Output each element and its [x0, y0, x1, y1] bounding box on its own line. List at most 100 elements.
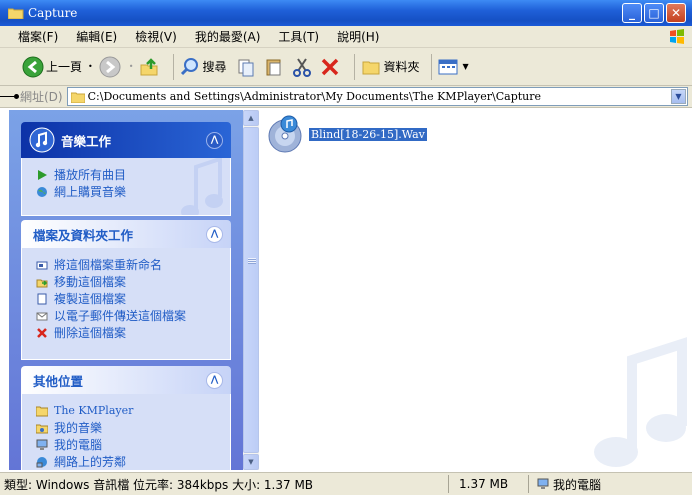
- my-computer-icon: [36, 439, 48, 450]
- copy-icon: [37, 293, 47, 304]
- play-all-label: 播放所有曲目: [54, 168, 127, 182]
- copy-file-link[interactable]: 複製這個檔案: [36, 290, 220, 307]
- music-watermark-icon: [594, 337, 687, 467]
- play-icon: [38, 169, 47, 180]
- music-tasks-panel: 音樂工作 ⋀ 播放所有曲目 網上購買音樂: [21, 122, 231, 216]
- back-arrow-icon: [22, 56, 44, 77]
- my-computer-link[interactable]: 我的電腦: [36, 436, 220, 453]
- search-icon: [181, 57, 199, 75]
- menu-tools[interactable]: 工具(T): [278, 28, 319, 45]
- folder-icon: [70, 92, 85, 103]
- paste-button[interactable]: [264, 53, 286, 81]
- file-list[interactable]: Blind[18-26-15].Wav: [259, 110, 692, 470]
- copy-to-button[interactable]: [236, 53, 258, 81]
- address-label: 網址(D): [20, 90, 63, 104]
- email-file-link[interactable]: 以電子郵件傳送這個檔案: [36, 307, 220, 324]
- kmplayer-folder-label: The KMPlayer: [54, 404, 134, 417]
- delete-file-label: 刪除這個檔案: [54, 326, 127, 340]
- toolbar-separator: [354, 53, 356, 80]
- buy-music-label: 網上購買音樂: [54, 185, 127, 199]
- back-button[interactable]: 上一頁 •: [22, 53, 93, 81]
- collapse-file-tasks-button[interactable]: ⋀: [206, 225, 223, 243]
- window-controls: _ □ ✕: [622, 3, 686, 23]
- other-places-title: 其他位置: [33, 373, 84, 389]
- file-tasks-panel: 檔案及資料夾工作 ⋀ 將這個檔案重新命名 移動這個檔案 複製這個檔案 以電子郵件…: [21, 220, 231, 360]
- email-icon: [36, 312, 48, 320]
- back-label: 上一頁: [46, 60, 83, 74]
- search-label: 搜尋: [202, 60, 227, 74]
- scroll-down-button[interactable]: ▼: [243, 454, 259, 470]
- up-folder-icon: [140, 57, 158, 75]
- folder-icon: [8, 8, 24, 19]
- menu-view[interactable]: 檢視(V): [135, 28, 177, 45]
- chevron-down-icon[interactable]: ▼: [462, 62, 468, 71]
- menu-bar: 檔案(F) 編輯(E) 檢視(V) 我的最愛(A) 工具(T) 說明(H): [0, 26, 692, 48]
- folders-icon: [362, 61, 380, 74]
- menu-help[interactable]: 說明(H): [337, 28, 379, 45]
- address-bar: 網址(D) C:\Documents and Settings\Administ…: [0, 86, 692, 108]
- scroll-thumb[interactable]: [243, 127, 259, 453]
- network-label: 網路上的芳鄰: [54, 455, 127, 469]
- file-name: Blind[18-26-15].Wav: [308, 127, 428, 142]
- status-zone-label: 我的電腦: [553, 477, 602, 492]
- scroll-up-button[interactable]: ▲: [243, 110, 259, 126]
- rename-file-link[interactable]: 將這個檔案重新命名: [36, 256, 220, 273]
- maximize-button[interactable]: □: [644, 3, 664, 23]
- status-bar: 類型: Windows 音訊檔 位元率: 384kbps 大小: 1.37 MB…: [0, 472, 692, 495]
- globe-icon: [37, 186, 47, 197]
- views-button[interactable]: ▼: [438, 53, 469, 81]
- music-tasks-header[interactable]: 音樂工作 ⋀: [21, 122, 231, 158]
- address-input[interactable]: C:\Documents and Settings\Administrator\…: [66, 87, 688, 106]
- folder-icon: [36, 406, 48, 416]
- windows-logo-icon: [670, 29, 684, 44]
- status-zone: 我的電腦: [528, 475, 692, 493]
- menu-edit[interactable]: 編輯(E): [76, 28, 117, 45]
- chevron-down-icon[interactable]: •: [129, 62, 134, 71]
- views-icon: [438, 59, 458, 74]
- move-icon: [36, 279, 48, 287]
- toolbar-separator: [173, 53, 175, 80]
- file-item[interactable]: Blind[18-26-15].Wav: [265, 114, 428, 154]
- status-description: 類型: Windows 音訊檔 位元率: 384kbps 大小: 1.37 MB: [4, 477, 314, 492]
- other-places-panel: 其他位置 ⋀ The KMPlayer 我的音樂 我的電腦 網路上的芳鄰: [21, 366, 231, 470]
- chevron-down-icon[interactable]: •: [88, 62, 93, 71]
- folders-label: 資料夾: [383, 60, 420, 74]
- menu-favorites[interactable]: 我的最愛(A): [195, 28, 261, 45]
- collapse-music-tasks-button[interactable]: ⋀: [206, 131, 223, 149]
- forward-button[interactable]: •: [99, 53, 134, 81]
- other-places-header[interactable]: 其他位置 ⋀: [21, 366, 231, 394]
- file-tasks-header[interactable]: 檔案及資料夾工作 ⋀: [21, 220, 231, 248]
- task-pane-scrollbar[interactable]: ▲ ▼: [243, 110, 259, 470]
- copy-to-icon: [238, 59, 254, 76]
- status-size: 1.37 MB: [448, 475, 528, 493]
- music-watermark-icon: [181, 158, 223, 215]
- audio-file-icon: [268, 115, 302, 153]
- address-dropdown-button[interactable]: ▼: [671, 89, 686, 104]
- kmplayer-folder-link[interactable]: The KMPlayer: [36, 402, 220, 419]
- cut-button[interactable]: [292, 53, 314, 81]
- move-file-link[interactable]: 移動這個檔案: [36, 273, 220, 290]
- email-file-label: 以電子郵件傳送這個檔案: [54, 309, 187, 323]
- delete-icon: [37, 327, 47, 338]
- rename-file-label: 將這個檔案重新命名: [54, 258, 163, 272]
- my-music-link[interactable]: 我的音樂: [36, 419, 220, 436]
- network-link[interactable]: 網路上的芳鄰: [36, 453, 220, 470]
- callout-dot: [14, 94, 19, 99]
- minimize-button[interactable]: _: [622, 3, 642, 23]
- close-button[interactable]: ✕: [666, 3, 686, 23]
- delete-button[interactable]: [320, 53, 342, 81]
- file-tasks-title: 檔案及資料夾工作: [33, 227, 134, 243]
- music-note-icon: [29, 127, 55, 153]
- folders-button[interactable]: 資料夾: [361, 53, 419, 81]
- forward-arrow-icon: [99, 56, 121, 77]
- rename-icon: [36, 261, 48, 269]
- task-pane: 音樂工作 ⋀ 播放所有曲目 網上購買音樂 檔案及資料夾工作 ⋀ 將這個檔案重新命…: [9, 110, 243, 470]
- delete-file-link[interactable]: 刪除這個檔案: [36, 324, 220, 341]
- paste-icon: [266, 59, 281, 75]
- menu-file[interactable]: 檔案(F): [18, 28, 58, 45]
- search-button[interactable]: 搜尋: [180, 53, 226, 81]
- up-folder-button[interactable]: [139, 53, 161, 81]
- scissors-icon: [293, 57, 312, 77]
- collapse-other-places-button[interactable]: ⋀: [206, 371, 223, 389]
- toolbar: 上一頁 • • 搜尋 資料夾 ▼: [0, 48, 692, 86]
